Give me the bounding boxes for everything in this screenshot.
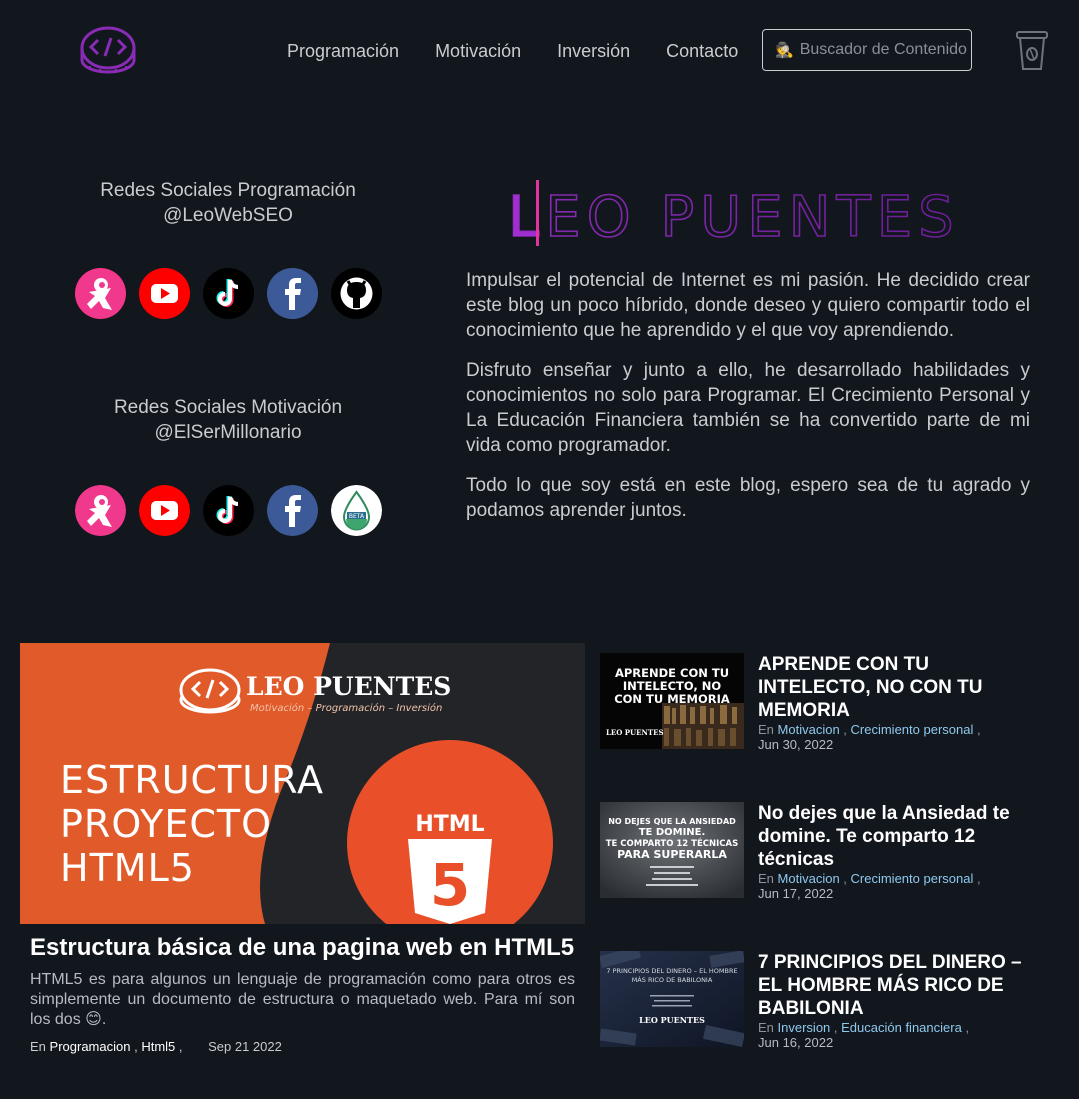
post-thumbnail-line-2: MÁS RICO DE BABILONIA [632,975,713,984]
category-link[interactable]: Programacion [50,1039,131,1054]
social-programming-handle: @LeoWebSEO [163,205,293,226]
post-title[interactable]: 7 PRINCIPIOS DEL DINERO – EL HOMBRE MÁS … [758,951,1040,1020]
social-motivation-title: Redes Sociales Motivación [113,397,343,418]
social-programming-title: Redes Sociales Programación [100,180,356,201]
category-link[interactable]: Crecimiento personal [851,722,974,737]
post-thumbnail-brand: LEO PUENTES [606,728,664,737]
post-thumbnail[interactable]: NO DEJES QUE LA ANSIEDAD TE DOMINE. TE C… [600,802,744,898]
site-logo-icon[interactable] [80,26,136,78]
hive-icon[interactable] [74,268,126,319]
featured-image-brand: LEO PUENTES [246,672,451,701]
featured-post-meta: En Programacion , Html5 , Sep 21 2022 [30,1039,282,1054]
post-title[interactable]: APRENDE CON TU INTELECTO, NO CON TU MEMO… [758,653,1040,722]
category-link[interactable]: Inversion [778,1020,831,1035]
featured-image-heading-3: HTML5 [60,846,195,890]
svg-text:BETA: BETA [348,513,364,520]
spy-icon: 🕵 [775,42,794,59]
hero-title: LEO PUENTES L [508,180,960,248]
post-thumbnail-brand: LEO PUENTES [639,1015,705,1025]
featured-image-badge-num: 5 [430,851,470,919]
post-date: Jun 16, 2022 [758,1035,834,1050]
post-thumbnail-line-4: PARA SUPERARLA [617,848,727,861]
post-card: APRENDE CON TU INTELECTO, NO CON TU MEMO… [600,653,1050,753]
intro-paragraph-1: Impulsar el potencial de Internet es mi … [466,270,1030,341]
search-label: Buscador de Contenido [799,41,967,58]
post-card: 7 PRINCIPIOS DEL DINERO – EL HOMBRE MÁS … [600,951,1050,1051]
category-link[interactable]: Motivacion [778,722,840,737]
category-link[interactable]: Motivacion [778,871,840,886]
youtube-icon[interactable] [138,485,190,536]
category-link[interactable]: Educación financiera [841,1020,962,1035]
featured-post-title[interactable]: Estructura básica de una pagina web en H… [30,934,585,962]
post-meta: En Inversion , Educación financiera , Ju… [758,1020,970,1050]
github-icon[interactable] [330,268,382,319]
category-link[interactable]: Crecimiento personal [851,871,974,886]
search-button[interactable]: 🕵 Buscador de Contenido [762,29,972,71]
coffee-cup-icon[interactable] [1014,28,1050,72]
nav-programacion[interactable]: Programación [287,41,399,62]
post-date: Jun 17, 2022 [758,886,834,901]
main-nav: Programación Motivación Inversión Contac… [287,41,738,62]
nav-inversion[interactable]: Inversión [557,41,630,62]
post-thumbnail[interactable]: APRENDE CON TU INTELECTO, NO CON TU MEMO… [600,653,744,749]
featured-image-badge-text: HTML [415,812,484,837]
hero-title-text: LEO PUENTES [508,185,960,248]
social-motivation: Redes Sociales Motivación @ElSerMillonar… [68,395,388,536]
featured-image-heading-2: PROYECTO [60,802,272,846]
beta-drop-icon[interactable]: BETA [330,485,382,536]
post-thumbnail-line-2: TE DOMINE. [639,827,706,838]
post-thumbnail-line-1: NO DEJES QUE LA ANSIEDAD [608,817,736,826]
post-title[interactable]: No dejes que la Ansiedad te domine. Te c… [758,802,1040,871]
nav-contacto[interactable]: Contacto [666,41,738,62]
post-thumbnail-line-2: INTELECTO, NO [623,679,722,693]
category-link[interactable]: Html5 [141,1039,175,1054]
post-thumbnail-line-1: APRENDE CON TU [615,666,729,680]
facebook-icon[interactable] [266,485,318,536]
nav-motivacion[interactable]: Motivación [435,41,521,62]
social-motivation-handle: @ElSerMillonario [154,422,302,443]
svg-text:L: L [508,185,539,248]
youtube-icon[interactable] [138,268,190,319]
featured-post-description: HTML5 es para algunos un lenguaje de pro… [30,971,575,1028]
facebook-icon[interactable] [266,268,318,319]
post-thumbnail-line-3: CON TU MEMORIA [614,692,730,706]
tiktok-icon[interactable] [202,268,254,319]
intro-paragraph-3: Todo lo que soy está en este blog, esper… [466,475,1030,521]
post-meta: En Motivacion , Crecimiento personal , J… [758,722,981,752]
social-programming: Redes Sociales Programación @LeoWebSEO [68,178,388,319]
meta-prefix: En [30,1039,46,1054]
post-date: Sep 21 2022 [208,1039,282,1054]
hive-icon[interactable] [74,485,126,536]
post-thumbnail-line-1: 7 PRINCIPIOS DEL DINERO – EL HOMBRE [606,967,737,975]
featured-post-image[interactable]: LEO PUENTES Motivación – Programación – … [20,643,585,924]
intro-text: Impulsar el potencial de Internet es mi … [466,268,1030,538]
intro-paragraph-2: Disfruto enseñar y junto a ello, he desa… [466,360,1030,456]
featured-image-heading-1: ESTRUCTURA [60,758,324,802]
post-date: Jun 30, 2022 [758,737,834,752]
tiktok-icon[interactable] [202,485,254,536]
post-card: NO DEJES QUE LA ANSIEDAD TE DOMINE. TE C… [600,802,1050,902]
featured-image-tagline: Motivación – Programación – Inversión [250,702,442,714]
post-meta: En Motivacion , Crecimiento personal , J… [758,871,981,901]
post-thumbnail[interactable]: 7 PRINCIPIOS DEL DINERO – EL HOMBRE MÁS … [600,951,744,1047]
